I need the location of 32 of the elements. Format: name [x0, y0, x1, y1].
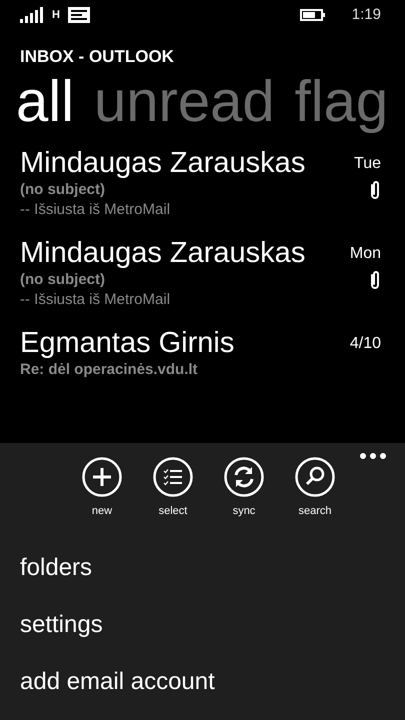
clock-time: 1:19	[352, 4, 381, 25]
sync-icon	[224, 457, 264, 497]
search-button[interactable]: search	[289, 457, 341, 520]
menu-item[interactable]: settings	[20, 596, 103, 653]
pivot-tab[interactable]: all	[16, 66, 74, 138]
message-icon	[68, 7, 90, 23]
menu-item[interactable]: folders	[20, 539, 92, 596]
new-button[interactable]: new	[76, 457, 128, 520]
signal-icon	[20, 7, 44, 23]
pivot-tab[interactable]: unread	[94, 66, 275, 138]
date-text: Tue	[354, 154, 381, 174]
network-type: H	[52, 8, 60, 23]
sender-name: Mindaugas Zarauskas	[20, 236, 306, 270]
select-icon	[153, 457, 193, 497]
search-icon	[295, 457, 335, 497]
date-text: 4/10	[350, 334, 381, 354]
pivot-tab[interactable]: flag	[294, 66, 388, 138]
menu-item[interactable]: add email account	[20, 653, 215, 710]
preview-text: -- Išsiusta iš MetroMail	[20, 290, 172, 310]
sender-name: Mindaugas Zarauskas	[20, 146, 306, 180]
more-icon[interactable]	[360, 453, 386, 459]
subject-text: Re: dėl operacinės.vdu.lt	[20, 360, 199, 380]
battery-icon	[300, 9, 326, 21]
new-icon	[82, 457, 122, 497]
preview-text: -- Išsiusta iš MetroMail	[20, 200, 172, 220]
select-button[interactable]: select	[147, 457, 199, 520]
sender-name: Egmantas Girnis	[20, 326, 236, 360]
page-title: INBOX - OUTLOOK	[20, 47, 174, 66]
date-text: Mon	[350, 244, 381, 264]
subject-text: (no subject)	[20, 270, 106, 290]
sync-button[interactable]: sync	[218, 457, 270, 520]
subject-text: (no subject)	[20, 180, 106, 200]
